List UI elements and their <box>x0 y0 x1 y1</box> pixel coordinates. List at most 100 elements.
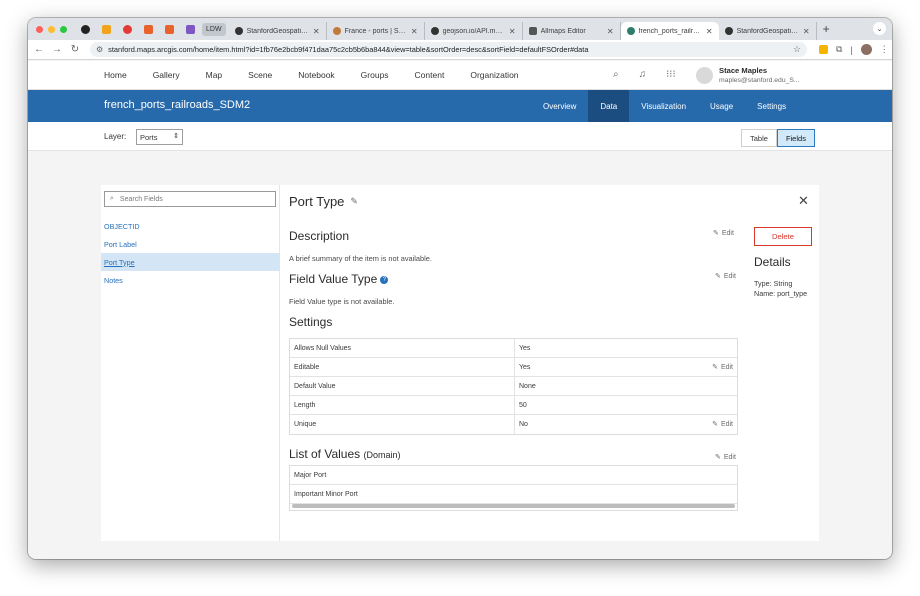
help-icon[interactable]: ? <box>380 275 389 284</box>
nav-organization[interactable]: Organization <box>457 70 531 80</box>
pencil-icon: ✎ <box>712 421 718 428</box>
delete-button[interactable]: Delete <box>754 227 812 246</box>
url-input[interactable]: ⚙ stanford.maps.arcgis.com/home/item.htm… <box>90 42 807 57</box>
nav-groups[interactable]: Groups <box>348 70 402 80</box>
edit-description-button[interactable]: ✎ Edit <box>713 229 734 238</box>
close-tab-icon[interactable]: ✕ <box>509 27 516 36</box>
search-fields-input[interactable]: ⌕ Search Fields <box>104 191 276 207</box>
browser-tab[interactable]: StanfordGeospatialCe ✕ <box>229 22 327 40</box>
list-of-values-title: List of Values <box>289 447 361 461</box>
browser-tab[interactable]: StanfordGeospatialCe ✕ <box>719 22 817 40</box>
description-text: A brief summary of the item is not avail… <box>289 254 432 263</box>
pinned-tab-arcgis[interactable] <box>139 21 157 37</box>
minimize-window-button[interactable] <box>48 25 55 33</box>
edit-field-value-type-button[interactable]: ✎ Edit <box>715 272 736 281</box>
close-tab-icon[interactable]: ✕ <box>607 27 614 36</box>
top-nav-icons: ⌕ ♫ ⁝⁝⁝ <box>613 69 676 80</box>
arcgis-icon <box>143 24 153 34</box>
globe-icon <box>332 27 341 35</box>
tab-overview[interactable]: Overview <box>531 90 588 122</box>
tab-data[interactable]: Data <box>588 90 630 122</box>
tab-visualization[interactable]: Visualization <box>629 90 698 122</box>
table-view-button[interactable]: Table <box>741 129 777 147</box>
pinned-tab-vscode[interactable] <box>181 21 199 37</box>
pencil-icon: ✎ <box>715 454 721 461</box>
nav-scene[interactable]: Scene <box>235 70 285 80</box>
fields-view-button[interactable]: Fields <box>776 129 815 147</box>
edit-label: Edit <box>721 229 734 237</box>
url-text: stanford.maps.arcgis.com/home/item.html?… <box>108 45 589 54</box>
setting-value: None <box>519 382 536 390</box>
item-header: french_ports_railroads_SDM2 Overview Dat… <box>28 90 892 122</box>
bookmark-star-icon[interactable]: ☆ <box>793 44 801 55</box>
pinned-tab-chart[interactable] <box>97 21 115 37</box>
browser-tab-title: France - ports | Stanfo <box>344 27 407 35</box>
table-row: Length 50 <box>290 396 737 415</box>
pinned-tabs <box>76 21 199 37</box>
bell-icon[interactable]: ♫ <box>639 69 647 80</box>
tab-settings[interactable]: Settings <box>745 90 798 122</box>
horizontal-scrollbar[interactable] <box>292 504 735 508</box>
forward-button[interactable]: → <box>50 44 64 55</box>
pinned-tab-wrench[interactable] <box>160 21 178 37</box>
browser-tab[interactable]: geojson.io/API.md at ✕ <box>425 22 523 40</box>
top-navigation: Home Gallery Map Scene Notebook Groups C… <box>28 61 892 90</box>
extension-icon[interactable] <box>819 45 828 54</box>
edit-editable-button[interactable]: ✎ Edit <box>712 363 733 372</box>
nav-home[interactable]: Home <box>91 70 140 80</box>
setting-value: 50 <box>519 401 527 409</box>
setting-key: Length <box>290 396 515 414</box>
details-type: Type: String <box>754 279 793 288</box>
pinned-tab-github[interactable] <box>76 21 94 37</box>
nav-content[interactable]: Content <box>402 70 458 80</box>
tab-search-button[interactable]: ⌄ <box>873 22 886 35</box>
user-menu[interactable]: Stace Maples maples@stanford.edu_S... <box>696 66 800 84</box>
site-settings-icon[interactable]: ⚙ <box>96 45 103 54</box>
edit-list-of-values-button[interactable]: ✎ Edit <box>715 453 736 462</box>
search-icon[interactable]: ⌕ <box>613 69 619 80</box>
maximize-window-button[interactable] <box>60 25 67 33</box>
list-item: Major Port <box>290 466 737 485</box>
field-value-type-text: Field Value type is not available. <box>289 297 395 306</box>
field-value-type-heading: Field Value Type? <box>289 272 389 286</box>
browser-tab-title: french_ports_railroad <box>638 27 702 35</box>
field-item-port-label[interactable]: Port Label <box>101 235 280 253</box>
details-name: Name: port_type <box>754 289 808 298</box>
edit-unique-button[interactable]: ✎ Edit <box>712 420 733 429</box>
field-item-notes[interactable]: Notes <box>101 271 280 289</box>
new-tab-button[interactable]: + <box>817 22 836 36</box>
table-row: Editable Yes ✎ Edit <box>290 358 737 377</box>
github-icon <box>234 27 243 35</box>
view-toggle: Table Fields <box>741 129 815 147</box>
layer-select[interactable]: Ports ⇕ <box>136 129 183 145</box>
nav-map[interactable]: Map <box>193 70 236 80</box>
pencil-icon[interactable]: ✎ <box>350 196 358 207</box>
pinned-tab-youtube[interactable] <box>118 21 136 37</box>
back-button[interactable]: ← <box>32 44 46 55</box>
nav-notebook[interactable]: Notebook <box>285 70 347 80</box>
tab-usage[interactable]: Usage <box>698 90 745 122</box>
browser-tab[interactable]: Allmaps Editor ✕ <box>523 22 621 40</box>
browser-tab-active[interactable]: french_ports_railroad ✕ <box>620 22 719 40</box>
tab-strip: LDW StanfordGeospatialCe ✕ France - port… <box>28 18 892 40</box>
reload-button[interactable]: ↻ <box>68 44 82 55</box>
youtube-icon <box>122 24 132 34</box>
arrow-right-icon: → <box>52 44 62 55</box>
more-menu-icon[interactable]: ⋮ <box>880 44 889 55</box>
close-tab-icon[interactable]: ✕ <box>803 27 810 36</box>
close-tab-icon[interactable]: ✕ <box>313 27 320 36</box>
field-item-objectid[interactable]: OBJECTID <box>101 217 280 235</box>
ldw-tab-group[interactable]: LDW <box>202 22 226 36</box>
nav-gallery[interactable]: Gallery <box>140 70 193 80</box>
list-of-values-heading: List of Values (Domain) <box>289 447 401 461</box>
close-icon[interactable]: ✕ <box>798 193 809 209</box>
close-tab-icon[interactable]: ✕ <box>411 27 418 36</box>
browser-tab[interactable]: France - ports | Stanfo ✕ <box>327 22 425 40</box>
puzzle-icon[interactable]: ⧉ <box>836 44 842 55</box>
browser-tab-title: Allmaps Editor <box>540 27 586 35</box>
profile-avatar[interactable] <box>860 44 872 55</box>
close-window-button[interactable] <box>36 25 43 33</box>
field-item-port-type[interactable]: Port Type <box>101 253 280 271</box>
close-tab-icon[interactable]: ✕ <box>706 27 713 36</box>
app-launcher-icon[interactable]: ⁝⁝⁝ <box>666 69 676 80</box>
